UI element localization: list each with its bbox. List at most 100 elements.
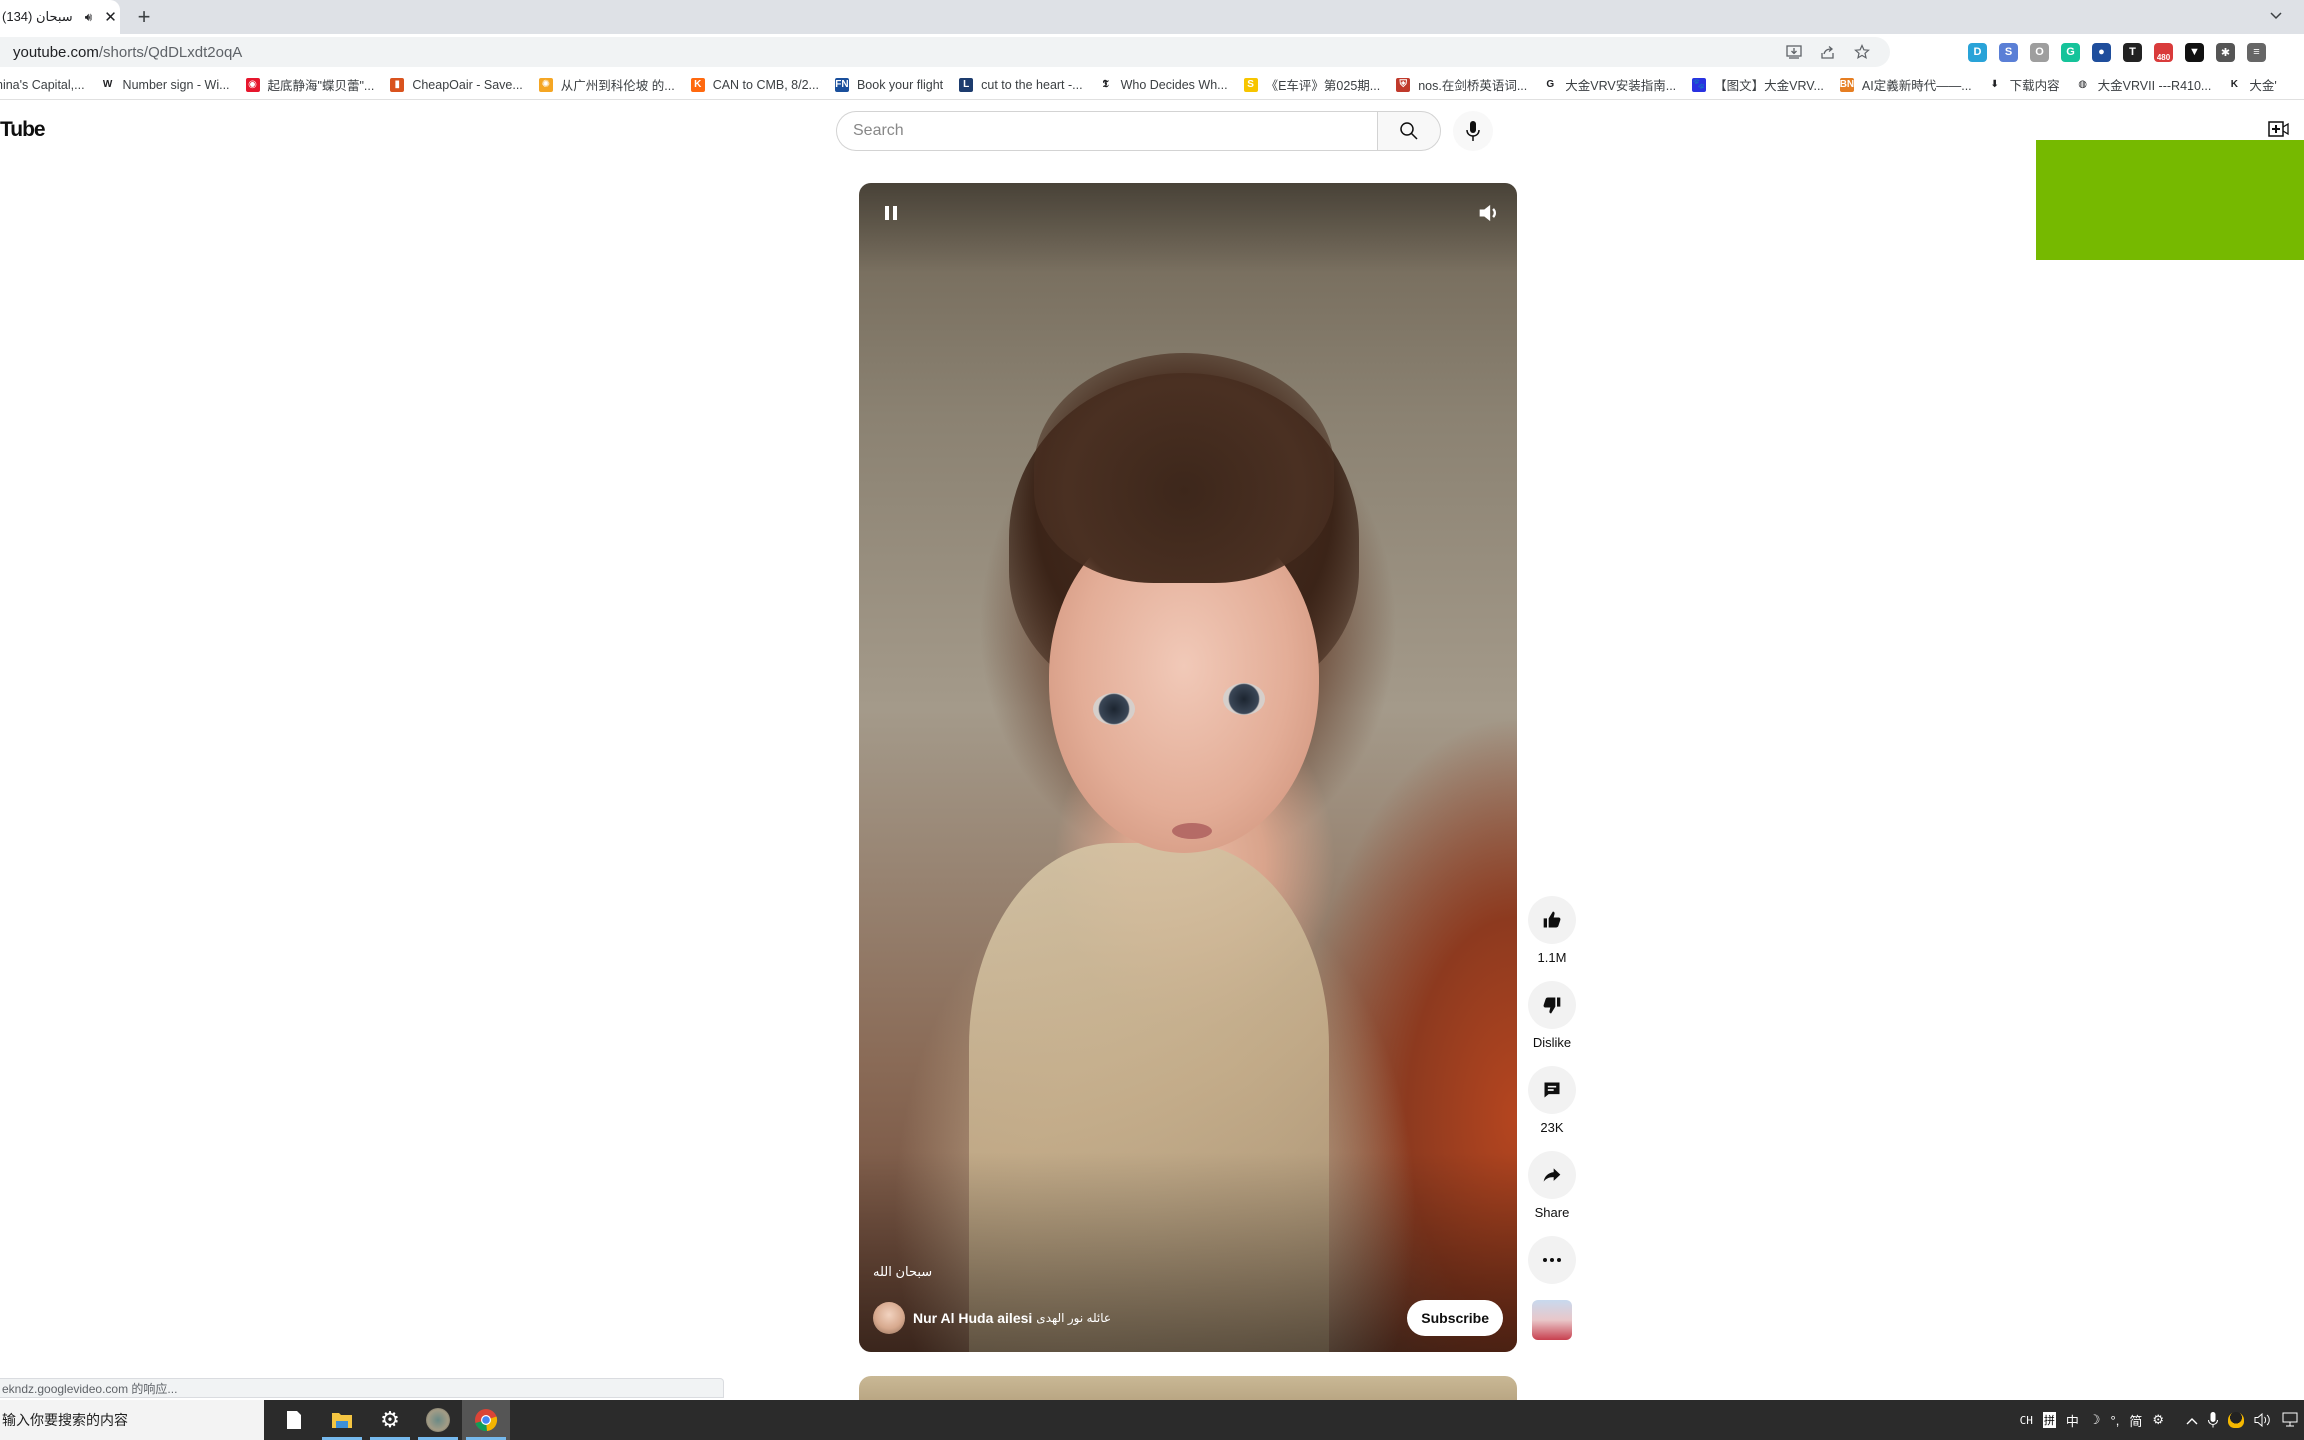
bookmark-label: 【图文】大金VRV... [1714, 79, 1824, 93]
new-tab-button[interactable]: + [130, 3, 158, 31]
language-indicator[interactable]: CH [2020, 1414, 2033, 1427]
ad-banner[interactable] [2036, 140, 2304, 260]
search-button[interactable] [1377, 111, 1441, 151]
bookmark-label: cut to the heart -... [981, 77, 1083, 92]
ime-halfwidth-icon[interactable]: ☽ [2089, 1412, 2101, 1428]
bn-icon: BN [1839, 77, 1855, 92]
bookmark-item[interactable]: 𝕿 Who Decides Wh... [1099, 78, 1228, 92]
telescope-extension-icon[interactable]: T [2123, 42, 2142, 62]
microphone-tray-icon[interactable] [2208, 1412, 2218, 1428]
ime-simplified-icon[interactable]: 简 [2129, 1411, 2142, 1430]
video-frame-hair-top [1034, 353, 1334, 583]
settings-app[interactable]: ⚙ [366, 1400, 414, 1440]
like-count: 1.1M [1537, 950, 1567, 965]
bookmark-label: Who Decides Wh... [1120, 77, 1228, 92]
bookmark-label: Number sign - Wi... [122, 77, 230, 92]
ime-settings-icon[interactable]: ⚙ [2152, 1412, 2164, 1428]
search-input[interactable] [836, 111, 1377, 151]
tray-overflow-chevron-icon[interactable] [2186, 1413, 2198, 1428]
bookmark-item[interactable]: ◉ 起底静海"蝶贝蕾"... [245, 75, 375, 94]
office-extension-icon[interactable]: O [2030, 42, 2049, 62]
notepad-app[interactable] [270, 1400, 318, 1440]
globe-extension-icon[interactable]: ● [2092, 42, 2111, 62]
browser-toolbar: youtube.com/shorts/QdDLxdt2oqA D S O G ● T 480… [0, 34, 2304, 70]
comment-count: 23K [1540, 1120, 1564, 1135]
bookmark-item[interactable]: Lcut to the heart -... [959, 77, 1083, 92]
media-control-icon[interactable]: ≡ [2247, 42, 2266, 62]
close-icon[interactable]: ✕ [104, 8, 117, 26]
channel-avatar[interactable] [873, 1302, 905, 1334]
voice-search-button[interactable] [1453, 111, 1493, 151]
comments-button[interactable] [1528, 1066, 1576, 1114]
sohu-icon: S [1243, 77, 1258, 92]
like-button[interactable] [1528, 896, 1576, 944]
plus-icon: + [137, 4, 151, 29]
search-bar [836, 111, 1493, 151]
top-gradient [859, 183, 1517, 273]
bookmark-item[interactable]: ✺ 从广州到科伦坡 的... [538, 75, 675, 94]
bookmark-item[interactable]: 🐾 【图文】大金VRV... [1692, 75, 1824, 94]
taskbar-search-box[interactable]: 输入你要搜索的内容 [0, 1400, 264, 1440]
dict-extension-icon[interactable]: D [1968, 42, 1987, 62]
channel-name[interactable]: Nur Al Huda ailesi [913, 1310, 1032, 1326]
share-icon[interactable] [1820, 44, 1836, 60]
fn-icon: FN [834, 77, 849, 92]
address-bar[interactable]: youtube.com/shorts/QdDLxdt2oqA [0, 37, 1890, 67]
bookmark-label: Book your flight [856, 77, 944, 92]
bookmark-item[interactable]: K CAN to CMB, 8/2... [690, 77, 819, 92]
create-video-icon[interactable] [2268, 120, 2290, 138]
video-frame-eye-left [1093, 693, 1135, 725]
ime-chinese-icon[interactable]: 中 [2066, 1411, 2079, 1430]
bookmark-item[interactable]: ◍ 大金VRVII ---R410... [2076, 75, 2211, 94]
channel-name-arabic[interactable]: عائله نور الهدى [1036, 1311, 1111, 1325]
bookmark-item[interactable]: BN AI定義新時代——... [1840, 75, 1972, 94]
qq-tray-icon[interactable] [2228, 1412, 2244, 1428]
speaker-icon[interactable]: 🔊︎ [85, 10, 93, 25]
tab-strip: سبحان (134) 🔊︎ ✕ + [0, 0, 2304, 34]
more-button[interactable] [1528, 1236, 1576, 1284]
file-explorer-app[interactable] [318, 1400, 366, 1440]
puzzle-extension-icon[interactable]: ✱ [2216, 42, 2235, 62]
pause-icon [885, 206, 889, 220]
ime-mode-icon[interactable]: 拼 [2042, 1412, 2056, 1428]
globe-icon: ◍ [2078, 79, 2088, 90]
share-button[interactable] [1528, 1151, 1576, 1199]
bookmark-label: AI定義新時代——... [1861, 79, 1972, 93]
subscribe-button[interactable]: Subscribe [1407, 1300, 1503, 1336]
sound-thumbnail[interactable] [1532, 1300, 1572, 1340]
bookmark-item[interactable]: K 大金' [2227, 75, 2277, 94]
grammarly-extension-icon[interactable]: G [2061, 42, 2080, 62]
bookmark-item[interactable]: ⛨ nos.在剑桥英语词... [1396, 75, 1527, 94]
kayak-icon: K [690, 77, 705, 92]
bookmark-item[interactable]: ▮ CheapOair - Save... [390, 77, 523, 92]
ime-punctuation-icon[interactable]: °, [2111, 1413, 2120, 1428]
thumbs-down-icon [1543, 997, 1561, 1014]
tab-search-button[interactable] [2262, 2, 2290, 30]
bookmark-item[interactable]: G 大金VRV安装指南... [1543, 75, 1676, 94]
star-icon[interactable] [1854, 44, 1870, 60]
dislike-button[interactable] [1528, 981, 1576, 1029]
browser-tab[interactable]: سبحان (134) 🔊︎ ✕ [0, 0, 120, 34]
video-caption[interactable]: سبحان الله [873, 1264, 932, 1280]
bookmark-item[interactable]: W Number sign - Wi... [101, 78, 230, 92]
network-tray-icon[interactable] [2282, 1412, 2300, 1428]
chrome-app[interactable] [462, 1400, 510, 1440]
mail-extension-icon[interactable]: 480 [2154, 42, 2173, 62]
k-icon: K [2230, 79, 2238, 90]
pause-button[interactable] [877, 199, 905, 227]
bookmark-item[interactable]: S 《E车评》第025期... [1243, 75, 1380, 94]
bookmarks-bar: hina's Capital,... W Number sign - Wi... ◉ 起… [0, 70, 2304, 100]
volume-icon[interactable] [1475, 199, 1503, 227]
install-icon[interactable] [1786, 44, 1802, 60]
translate-extension-icon[interactable]: S [1999, 42, 2018, 62]
bookmark-item[interactable]: hina's Capital,... [0, 78, 85, 92]
vpn-extension-icon[interactable]: ▼ [2185, 42, 2204, 62]
bookmark-item[interactable]: FN Book your flight [834, 77, 944, 92]
volume-tray-icon[interactable] [2254, 1413, 2272, 1427]
shorts-video-player[interactable]: سبحان الله Nur Al Huda ailesi عائله نور … [859, 183, 1517, 1352]
bookmark-item[interactable]: ⬇ 下载内容 [1988, 75, 2059, 94]
photo-app[interactable] [414, 1400, 462, 1440]
share-action: Share [1528, 1151, 1576, 1220]
bookmark-label: 起底静海"蝶贝蕾"... [267, 79, 375, 93]
youtube-logo[interactable]: Tube [0, 118, 46, 142]
